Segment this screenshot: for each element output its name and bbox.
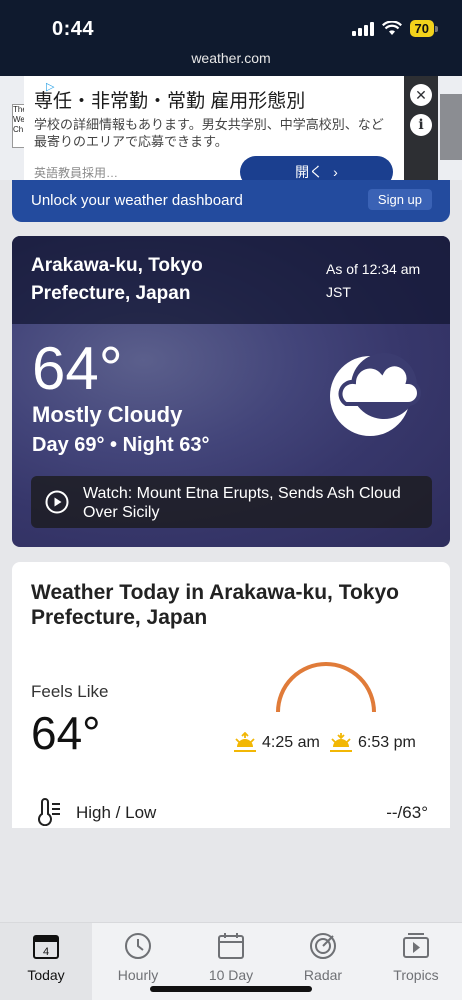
sign-up-button[interactable]: Sign up [367, 189, 432, 210]
unlock-banner[interactable]: Unlock your weather dashboard Sign up [12, 180, 450, 222]
nav-radar-label: Radar [303, 967, 343, 983]
high-low-value: --/63° [386, 803, 428, 822]
mostly-cloudy-night-icon [330, 353, 421, 436]
feels-like-value: 64° [31, 707, 101, 759]
calendar-day-number: 4 [43, 946, 49, 958]
sunset-time: 6:53 pm [358, 734, 416, 751]
header-menu-strip [440, 94, 462, 160]
nav-tropics-label: Tropics [393, 967, 439, 983]
ad-open-label: 開く [295, 164, 324, 180]
wifi-icon [381, 21, 402, 35]
status-bar: 0:44 70 weather.com [0, 0, 462, 76]
battery-icon: 70 [409, 20, 439, 37]
high-low-label: High / Low [76, 803, 157, 822]
as-of-time: As of 12:34 am JST [326, 261, 421, 300]
high-low-row: High / Low --/63° [36, 798, 428, 828]
clock-icon [125, 933, 151, 959]
nav-10-day-label: 10 Day [208, 967, 254, 983]
status-icons: 70 [351, 20, 439, 37]
nav-hourly-label: Hourly [117, 967, 159, 983]
url-bar[interactable]: weather.com [0, 50, 462, 66]
calendar-today-icon: 4 [33, 935, 59, 959]
cellular-signal-icon [351, 21, 374, 36]
unlock-text: Unlock your weather dashboard [31, 192, 243, 209]
nav-today-label: Today [27, 967, 65, 983]
current-conditions-card[interactable]: Arakawa-ku, Tokyo Prefecture, Japan As o… [12, 236, 450, 547]
ad-source: 英語教員採用… [34, 166, 119, 180]
sunrise: 4:25 am [232, 732, 320, 754]
location-name: Arakawa-ku, Tokyo Prefecture, Japan [31, 255, 203, 304]
thermometer-icon [38, 798, 60, 826]
sun-arc-icon [276, 662, 376, 713]
sunset: 6:53 pm [328, 732, 416, 754]
chevron-right-icon: › [333, 164, 338, 180]
ad-body: 学校の詳細情報もあります。男女共学別、中学高校別、など最寄りのエリアで応募できま… [34, 117, 384, 149]
ad-controls: ✕ i [404, 76, 438, 194]
play-icon [45, 490, 69, 514]
watch-video-title: Watch: Mount Etna Erupts, Sends Ash Clou… [83, 485, 401, 521]
video-icon [403, 933, 429, 958]
current-conditions-header: Arakawa-ku, Tokyo Prefecture, Japan As o… [12, 236, 450, 324]
status-time: 0:44 [52, 18, 95, 40]
current-temperature: 64° [32, 335, 123, 402]
current-condition: Mostly Cloudy [32, 402, 183, 427]
radar-icon [310, 933, 336, 959]
day-night-temps: Day 69° • Night 63° [32, 434, 210, 456]
home-indicator[interactable] [150, 986, 312, 992]
sunrise-icon [234, 732, 256, 752]
ad-title: 専任・非常勤・常勤 雇用形態別 [34, 91, 306, 112]
close-icon[interactable]: ✕ [410, 84, 432, 106]
sunset-icon [330, 733, 352, 752]
feels-like-label: Feels Like [31, 682, 109, 701]
weather-today-title: Weather Today in Arakawa-ku, Tokyo Prefe… [31, 581, 399, 629]
nav-today[interactable]: 4 Today [0, 923, 92, 1000]
calendar-icon [218, 933, 244, 959]
watch-video-link[interactable]: Watch: Mount Etna Erupts, Sends Ash Clou… [31, 476, 432, 528]
sunrise-time: 4:25 am [262, 734, 320, 751]
info-icon[interactable]: i [410, 114, 432, 136]
nav-tropics[interactable]: Tropics [370, 923, 462, 1000]
weather-today-card: Weather Today in Arakawa-ku, Tokyo Prefe… [12, 562, 450, 828]
